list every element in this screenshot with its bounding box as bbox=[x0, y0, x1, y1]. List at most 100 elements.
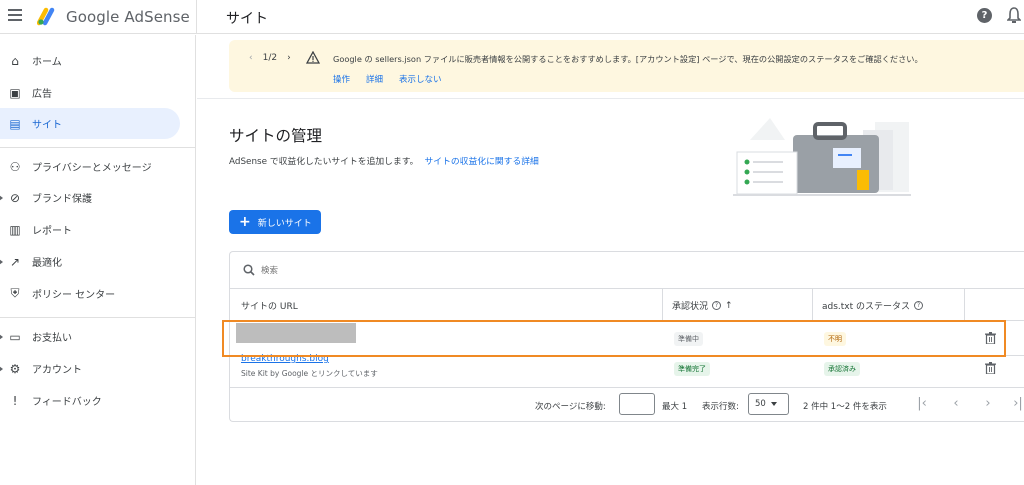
sidebar-item-payments[interactable]: ▭ お支払い bbox=[0, 321, 180, 352]
reports-icon: ▥ bbox=[9, 222, 21, 237]
sidebar-item-account[interactable]: ⚙ アカウント bbox=[0, 353, 180, 384]
sidebar-item-optimize[interactable]: ↗ 最適化 bbox=[0, 246, 180, 277]
column-header-ads-txt[interactable]: ads.txt のステータス ? bbox=[822, 299, 924, 312]
approval-status-badge: 準備完了 bbox=[674, 362, 710, 376]
feedback-icon: ! bbox=[12, 393, 18, 408]
sidebar-item-ads[interactable]: ▣ 広告 bbox=[0, 77, 180, 108]
sidebar-item-sites[interactable]: ▤ サイト bbox=[0, 108, 180, 139]
ads-icon: ▣ bbox=[9, 85, 21, 100]
sidebar-nav: ⌂ ホーム ▣ 広告 ▤ サイト ⚇ プライバシーとメッセージ ⊘ ブランド保護… bbox=[0, 35, 196, 485]
divider bbox=[197, 98, 1024, 99]
nav-divider bbox=[0, 317, 196, 318]
adsense-logo-icon bbox=[37, 7, 55, 26]
delete-icon[interactable] bbox=[985, 362, 996, 374]
chevron-left-icon[interactable]: ‹ bbox=[249, 53, 253, 63]
help-icon[interactable]: ? bbox=[914, 301, 924, 310]
privacy-icon: ⚇ bbox=[9, 159, 21, 174]
banner-page-indicator: 1/2 bbox=[262, 53, 278, 63]
column-divider bbox=[662, 289, 663, 321]
sidebar-item-privacy[interactable]: ⚇ プライバシーとメッセージ bbox=[0, 151, 180, 182]
subtitle-text: AdSense で収益化したいサイトを追加します。 bbox=[229, 157, 419, 167]
sidebar-item-home[interactable]: ⌂ ホーム bbox=[0, 45, 180, 76]
sidebar-item-reports[interactable]: ▥ レポート bbox=[0, 214, 180, 245]
column-label: ads.txt のステータス bbox=[822, 302, 911, 312]
briefcase-illustration bbox=[733, 118, 911, 196]
help-icon[interactable]: ? bbox=[712, 301, 722, 310]
add-site-label: 新しいサイト bbox=[257, 218, 312, 229]
table-row[interactable]: 準備中 不明 bbox=[230, 321, 1024, 356]
sidebar-item-label: 広告 bbox=[32, 89, 52, 100]
column-divider bbox=[964, 289, 965, 321]
help-icon[interactable]: ? bbox=[977, 8, 992, 23]
banner-pager: ‹ 1/2 › bbox=[249, 53, 291, 63]
column-header-approval[interactable]: 承認状況 ? ↑ bbox=[672, 299, 733, 313]
page-title: サイトの管理 bbox=[229, 127, 323, 145]
sidebar-item-label: フィードバック bbox=[32, 397, 102, 408]
top-app-bar: Google AdSense サイト ? bbox=[0, 0, 1024, 34]
page-subtitle: AdSense で収益化したいサイトを追加します。 サイトの収益化に関する詳細 bbox=[229, 154, 539, 167]
add-site-button[interactable]: + 新しいサイト bbox=[229, 210, 321, 234]
sidebar-item-brand-safety[interactable]: ⊘ ブランド保護 bbox=[0, 182, 180, 213]
sidebar-item-label: お支払い bbox=[32, 333, 72, 344]
table-row[interactable]: breakthroughs.blog Site Kit by Google とリ… bbox=[230, 354, 1024, 388]
policy-icon: ⛨ bbox=[10, 286, 20, 300]
home-icon: ⌂ bbox=[11, 53, 19, 68]
redacted-site-url bbox=[236, 323, 356, 343]
banner-action-dismiss[interactable]: 表示しない bbox=[399, 73, 442, 85]
sidebar-item-label: プライバシーとメッセージ bbox=[32, 163, 152, 174]
chevron-right-icon[interactable]: › bbox=[287, 53, 291, 63]
delete-icon[interactable] bbox=[985, 332, 996, 344]
brand-name: Google AdSense bbox=[66, 8, 190, 26]
site-url-link[interactable]: breakthroughs.blog bbox=[241, 354, 329, 364]
sidebar-item-label: サイト bbox=[32, 120, 62, 131]
previous-page-icon[interactable]: ‹ bbox=[948, 396, 964, 412]
ads-txt-status-badge: 承認済み bbox=[824, 362, 860, 376]
ads-txt-status-badge: 不明 bbox=[824, 332, 846, 346]
banner-action-details[interactable]: 詳細 bbox=[366, 73, 383, 85]
rows-per-page-select[interactable]: 50 bbox=[748, 393, 789, 415]
sidebar-item-label: ブランド保護 bbox=[32, 194, 92, 205]
menu-icon[interactable] bbox=[8, 9, 22, 21]
notification-banner: ‹ 1/2 › Google の sellers.json ファイルに販売者情報… bbox=[229, 40, 1024, 92]
dropdown-caret-icon bbox=[770, 402, 777, 406]
banner-action-operate[interactable]: 操作 bbox=[333, 73, 350, 85]
learn-more-link[interactable]: サイトの収益化に関する詳細 bbox=[424, 157, 538, 167]
search-input[interactable] bbox=[261, 262, 561, 280]
sidebar-item-label: 最適化 bbox=[32, 258, 62, 269]
nav-divider bbox=[0, 147, 196, 148]
notifications-icon[interactable] bbox=[1007, 7, 1021, 23]
page-heading: サイト bbox=[226, 11, 268, 27]
sidebar-item-label: ホーム bbox=[32, 57, 62, 68]
sidebar-item-label: ポリシー センター bbox=[32, 290, 116, 301]
goto-page-label: 次のページに移動: bbox=[535, 402, 606, 412]
banner-actions: 操作 詳細 表示しない bbox=[333, 73, 442, 85]
optimize-icon: ↗ bbox=[9, 254, 21, 269]
sites-icon: ▤ bbox=[9, 116, 21, 131]
rows-per-page-label: 表示行数: bbox=[702, 402, 739, 412]
sidebar-item-feedback[interactable]: ! フィードバック bbox=[0, 385, 180, 416]
next-page-icon[interactable]: › bbox=[980, 396, 996, 412]
warning-icon bbox=[306, 51, 320, 64]
table-header-row: サイトの URL 承認状況 ? ↑ ads.txt のステータス ? bbox=[230, 289, 1024, 321]
column-label: 承認状況 bbox=[672, 302, 709, 312]
max-page-label: 最大 1 bbox=[662, 402, 688, 412]
sidebar-item-policy-center[interactable]: ⛨ ポリシー センター bbox=[0, 278, 180, 309]
goto-page-input[interactable] bbox=[619, 393, 655, 415]
gear-icon: ⚙ bbox=[9, 361, 21, 376]
block-icon: ⊘ bbox=[9, 190, 21, 205]
search-icon bbox=[243, 264, 255, 276]
first-page-icon[interactable]: |‹ bbox=[914, 396, 930, 412]
table-search-row bbox=[230, 252, 1024, 289]
column-divider bbox=[812, 289, 813, 321]
banner-message: Google の sellers.json ファイルに販売者情報を公開することを… bbox=[333, 54, 923, 64]
column-header-url[interactable]: サイトの URL bbox=[241, 299, 298, 312]
rows-per-page-value: 50 bbox=[755, 399, 766, 409]
row-count-label: 2 件中 1〜2 件を表示 bbox=[803, 402, 887, 412]
last-page-icon[interactable]: ›| bbox=[1010, 396, 1024, 412]
header-divider bbox=[196, 0, 197, 34]
plus-icon: + bbox=[239, 214, 251, 230]
sites-table: サイトの URL 承認状況 ? ↑ ads.txt のステータス ? 準備中 不… bbox=[229, 251, 1024, 422]
site-kit-note: Site Kit by Google とリンクしています bbox=[241, 369, 378, 378]
approval-status-badge: 準備中 bbox=[674, 332, 703, 346]
sidebar-item-label: レポート bbox=[32, 226, 72, 237]
